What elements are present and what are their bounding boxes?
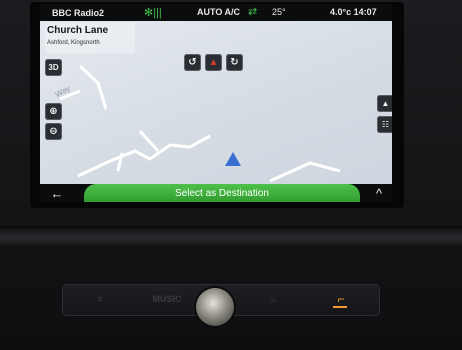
compass-icon[interactable]: ▲ (205, 54, 222, 71)
fan-icon: ✻||| (144, 7, 162, 19)
list-icon[interactable]: ☷ (377, 116, 392, 133)
climate-mode[interactable]: AUTO A/C (197, 7, 240, 17)
seat-icon[interactable]: ⌐ (330, 291, 352, 307)
bottom-action-bar: ← Select as Destination ^ (40, 184, 392, 202)
volume-knob[interactable] (196, 288, 234, 326)
status-bar: BBC Radio2 ✻||| AUTO A/C ⇄ 25° 4.0°c 14:… (40, 4, 392, 21)
radio-station[interactable]: BBC Radio2 (52, 8, 104, 18)
cabin-temperature[interactable]: 25° (272, 7, 286, 17)
navigation-screen: BBC Radio2 ✻||| AUTO A/C ⇄ 25° 4.0°c 14:… (40, 4, 392, 202)
parking-icon[interactable]: ≡ (88, 291, 112, 307)
seat-indicator-led (333, 306, 347, 308)
map-view-mode-icon[interactable]: ▲ (377, 95, 392, 112)
map-view[interactable]: Church Lane Ashford, Kingsnorth Way 3D ⊕… (40, 21, 392, 184)
select-destination-button[interactable]: Select as Destination (84, 184, 360, 202)
back-arrow-icon[interactable]: ← (46, 185, 68, 201)
outside-temp-and-clock: 4.0°c 14:07 (330, 7, 377, 17)
music-button[interactable]: MUSIC (147, 291, 187, 307)
view-3d-button[interactable]: 3D (45, 59, 62, 76)
expand-chevron-icon[interactable]: ^ (368, 184, 390, 202)
street-area: Ashford, Kingsnorth (47, 40, 100, 46)
compass-needle-icon: ▲ (208, 57, 219, 68)
zoom-in-icon[interactable]: ⊕ (45, 103, 62, 120)
recirculation-icon: ⇄ (248, 6, 258, 18)
street-header: Church Lane Ashford, Kingsnorth (45, 23, 135, 53)
dashboard-trim (0, 226, 462, 248)
zoom-out-icon[interactable]: ⊖ (45, 123, 62, 140)
vehicle-position-icon (225, 152, 241, 166)
rotate-left-icon[interactable]: ↺ (184, 54, 201, 71)
seat-heat-icon[interactable]: ♨ (262, 291, 284, 307)
rotate-right-icon[interactable]: ↻ (226, 54, 243, 71)
street-name: Church Lane (47, 25, 109, 36)
